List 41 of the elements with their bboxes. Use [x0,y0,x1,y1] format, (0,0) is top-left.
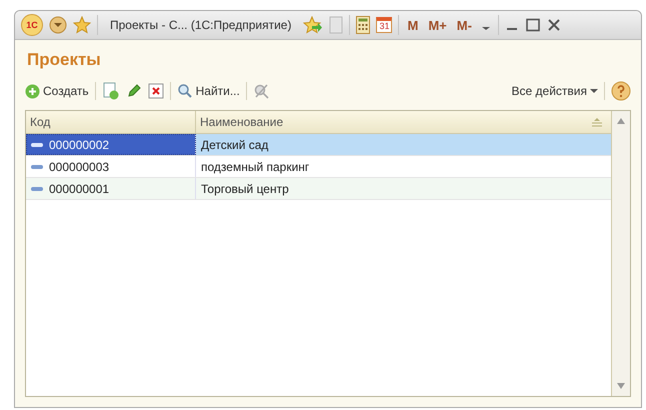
memory-button[interactable]: M- [456,18,472,32]
all-actions-button[interactable]: Все действия [512,84,598,98]
scroll-up-icon[interactable] [616,117,626,125]
column-header[interactable]: Код [26,111,196,133]
copy-document-icon[interactable] [102,82,120,100]
star-icon[interactable] [73,16,91,34]
plus-icon [25,84,40,98]
table-cell: Торговый центр [201,182,289,196]
table-row[interactable]: 000000002 Детский сад [26,134,611,156]
table-row[interactable]: 000000003 подземный паркинг [26,156,611,178]
pencil-icon[interactable] [126,83,142,99]
maximize-icon[interactable] [524,18,541,32]
table-cell: 000000002 [49,138,110,152]
scroll-down-icon[interactable] [616,382,626,390]
table-row[interactable]: 000000001 Торговый центр [26,178,611,200]
dropdown-circle-icon[interactable] [49,16,67,34]
item-icon [31,186,43,192]
table-cell: Детский сад [201,138,268,152]
window-title: Проекты - С... (1С:Предприятие) [110,18,292,32]
memory-button[interactable]: M [407,18,418,32]
calendar-button[interactable]: 31 [376,17,392,33]
create-button[interactable]: Создать [25,84,89,98]
table-cell: 000000003 [49,160,110,174]
find-button[interactable]: Найти... [176,83,240,99]
search-icon [176,83,193,99]
item-icon [31,142,43,148]
table-cell: подземный паркинг [201,160,310,174]
cancel-search-icon[interactable] [252,83,271,99]
scrollbar[interactable] [611,111,630,396]
item-icon [31,164,43,170]
form-title: Проекты [27,50,102,70]
table-cell: 000000001 [49,182,110,196]
app-logo[interactable]: 1С [21,14,43,36]
close-icon[interactable] [546,18,561,32]
help-icon[interactable] [611,81,631,101]
calculator-icon[interactable] [356,16,370,34]
caret-icon [590,88,598,94]
column-header[interactable]: Наименование [196,111,611,133]
memory-button[interactable]: M+ [428,18,447,32]
delete-icon[interactable] [148,83,164,99]
star-arrow-icon[interactable] [303,16,324,34]
